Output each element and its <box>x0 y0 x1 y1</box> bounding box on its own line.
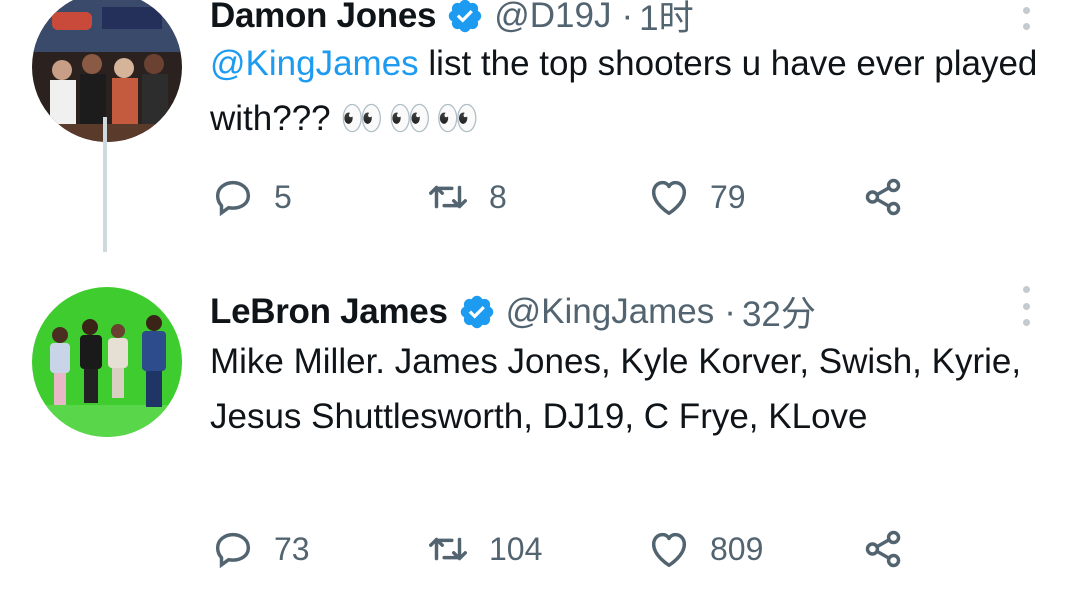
more-options-icon[interactable] <box>1021 0 1031 30</box>
thread-connector-line <box>103 117 107 252</box>
like-count: 79 <box>710 178 746 215</box>
timestamp[interactable]: 1时 <box>639 0 693 41</box>
retweet-button[interactable]: 104 <box>425 526 542 572</box>
retweet-icon <box>429 537 467 561</box>
reply-button[interactable]: 73 <box>210 526 310 572</box>
share-button[interactable] <box>860 526 906 572</box>
mention-link[interactable]: @KingJames <box>210 44 419 83</box>
avatar-damon-jones[interactable] <box>32 0 182 142</box>
share-icon <box>865 530 901 568</box>
reply-icon <box>215 180 251 217</box>
timestamp[interactable]: 32分 <box>742 286 816 337</box>
retweet-icon <box>429 185 467 209</box>
reply-count: 5 <box>274 178 292 215</box>
tweet-header: Damon Jones @D19J · 1时 <box>210 0 694 41</box>
like-icon <box>651 532 687 568</box>
share-button[interactable] <box>860 174 906 220</box>
author-name[interactable]: LeBron James <box>210 292 448 332</box>
like-button[interactable]: 79 <box>646 174 746 220</box>
tweet-lebron-james[interactable]: LeBron James @KingJames · 32分 Mike Mille… <box>0 282 1079 598</box>
author-handle[interactable]: @KingJames <box>506 292 715 332</box>
more-options-icon[interactable] <box>1021 286 1031 326</box>
retweet-count: 104 <box>489 530 543 567</box>
tweet-text: @KingJames list the top shooters u have … <box>210 36 1050 146</box>
tweet-damon-jones[interactable]: Damon Jones @D19J · 1时 @KingJames list t… <box>0 0 1079 252</box>
tweet-actions: 73 104 809 <box>210 526 930 576</box>
like-count: 809 <box>710 530 764 567</box>
like-icon <box>651 180 687 216</box>
separator-dot: · <box>724 291 736 331</box>
author-name[interactable]: Damon Jones <box>210 0 437 36</box>
reply-count: 73 <box>274 530 310 567</box>
tweet-text: Mike Miller. James Jones, Kyle Korver, S… <box>210 342 1022 436</box>
reply-icon <box>215 532 251 569</box>
separator-dot: · <box>621 0 634 35</box>
eyes-emoji: 👀👀👀 <box>340 99 484 138</box>
reply-button[interactable]: 5 <box>210 174 292 220</box>
retweet-button[interactable]: 8 <box>425 174 507 220</box>
author-handle[interactable]: @D19J <box>494 0 611 36</box>
verified-badge-icon <box>446 0 484 35</box>
like-button[interactable]: 809 <box>646 526 763 572</box>
tweet-header: LeBron James @KingJames · 32分 <box>210 286 816 337</box>
tweet-actions: 5 8 79 <box>210 174 930 224</box>
share-icon <box>865 178 901 216</box>
verified-badge-icon <box>458 293 496 331</box>
avatar-lebron-james[interactable] <box>32 287 182 437</box>
retweet-count: 8 <box>489 178 507 215</box>
